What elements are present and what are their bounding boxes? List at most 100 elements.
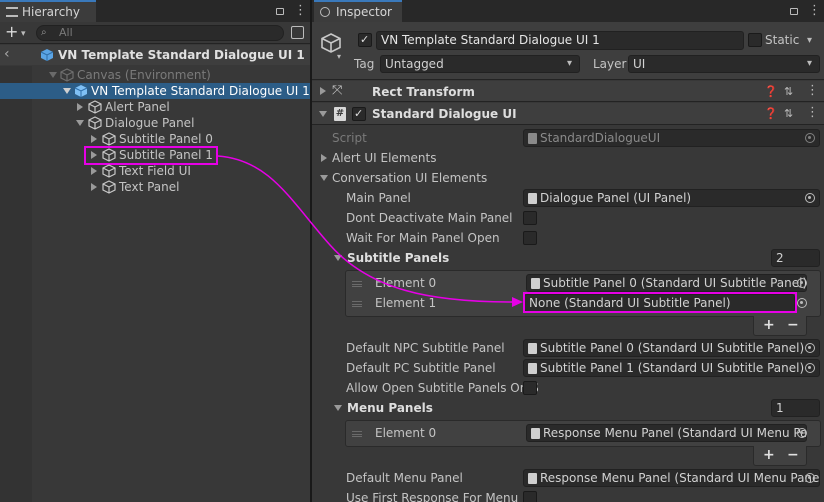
expand-arrow-icon[interactable] bbox=[319, 111, 327, 117]
hierarchy-tab[interactable]: Hierarchy bbox=[0, 0, 96, 22]
menu-count-input[interactable]: 1 bbox=[771, 399, 820, 417]
conversation-elements-foldout[interactable]: Conversation UI Elements bbox=[332, 170, 487, 186]
tree-item-text-field-ui[interactable]: Text Field UI bbox=[32, 163, 310, 179]
static-checkbox[interactable] bbox=[748, 33, 762, 47]
drag-handle-icon[interactable] bbox=[352, 281, 362, 287]
search-placeholder: All bbox=[59, 26, 73, 39]
object-picker-icon[interactable] bbox=[801, 359, 819, 377]
object-picker-icon[interactable] bbox=[801, 339, 819, 357]
static-dropdown-icon[interactable]: ▾ bbox=[807, 33, 812, 49]
help-icon[interactable]: ❓ bbox=[764, 106, 778, 122]
gameobject-icon bbox=[88, 116, 102, 130]
menu-element0-label: Element 0 bbox=[375, 426, 437, 440]
element0-field[interactable]: Subtitle Panel 0 (Standard UI Subtitle P… bbox=[526, 274, 807, 292]
more-icon[interactable]: ⋮ bbox=[806, 83, 819, 99]
dropdown-arrow-icon[interactable]: ▾ bbox=[21, 26, 26, 42]
scene-root-row[interactable]: ‹ VN Template Standard Dialogue UI 1 bbox=[0, 45, 310, 65]
default-menu-field[interactable]: Response Menu Panel (Standard UI Menu Pa… bbox=[523, 469, 820, 487]
collapse-arrow-icon[interactable] bbox=[91, 135, 97, 143]
subtitle-count-input[interactable]: 2 bbox=[771, 249, 820, 267]
default-npc-field[interactable]: Subtitle Panel 0 (Standard UI Subtitle P… bbox=[523, 339, 820, 357]
tree-item-label: Subtitle Panel 0 bbox=[119, 132, 213, 146]
expand-arrow-icon[interactable] bbox=[320, 175, 328, 181]
object-name-input[interactable]: VN Template Standard Dialogue UI 1 bbox=[376, 31, 744, 50]
inspector-tab[interactable]: Inspector bbox=[314, 0, 402, 22]
presets-icon[interactable]: ⇅ bbox=[784, 84, 793, 100]
default-npc-label: Default NPC Subtitle Panel bbox=[346, 341, 505, 355]
active-checkbox[interactable]: ✓ bbox=[358, 33, 372, 47]
tree-item-subtitle-panel-0[interactable]: Subtitle Panel 0 bbox=[32, 131, 310, 147]
element0-label: Element 0 bbox=[375, 276, 437, 290]
gameobject-icon bbox=[102, 180, 116, 194]
component-file-icon bbox=[528, 343, 537, 354]
rect-transform-icon: ⤧ bbox=[332, 83, 343, 98]
expand-arrow-icon[interactable] bbox=[334, 255, 342, 261]
collapse-arrow-icon[interactable] bbox=[77, 103, 83, 111]
drag-handle-icon[interactable] bbox=[352, 301, 362, 307]
more-icon[interactable]: ⋮ bbox=[806, 105, 819, 121]
expand-arrow-icon[interactable] bbox=[49, 72, 57, 78]
tree-item-alert-panel[interactable]: Alert Panel bbox=[32, 99, 310, 115]
object-picker-icon[interactable] bbox=[793, 424, 811, 442]
layer-label: Layer bbox=[593, 57, 627, 71]
collapse-arrow-icon[interactable] bbox=[91, 167, 97, 175]
component-enabled-checkbox[interactable]: ✓ bbox=[352, 107, 366, 121]
alert-elements-foldout[interactable]: Alert UI Elements bbox=[332, 150, 436, 166]
rect-transform-header[interactable]: ⤧ Rect Transform ❓ ⇅ ⋮ bbox=[312, 81, 824, 102]
main-panel-field[interactable]: Dialogue Panel (UI Panel) bbox=[523, 189, 820, 207]
object-picker-icon[interactable] bbox=[801, 469, 819, 487]
component-file-icon bbox=[531, 278, 540, 289]
component-header[interactable]: # ✓ Standard Dialogue UI ❓ ⇅ ⋮ bbox=[312, 103, 824, 125]
more-icon[interactable]: ⋮ bbox=[294, 3, 307, 19]
dont-deactivate-checkbox[interactable] bbox=[523, 211, 537, 225]
collapse-arrow-icon[interactable] bbox=[321, 154, 327, 162]
wait-for-main-checkbox[interactable] bbox=[523, 231, 537, 245]
remove-element-button[interactable]: − bbox=[787, 317, 799, 333]
scene-search-icon[interactable] bbox=[291, 26, 304, 39]
more-icon[interactable]: ⋮ bbox=[808, 3, 821, 19]
help-icon[interactable]: ❓ bbox=[764, 84, 778, 100]
highlight-box-target bbox=[523, 292, 797, 313]
object-picker-icon[interactable] bbox=[793, 274, 811, 292]
add-element-button[interactable]: + bbox=[763, 447, 775, 463]
default-pc-field[interactable]: Subtitle Panel 1 (Standard UI Subtitle P… bbox=[523, 359, 820, 377]
wait-for-main-label: Wait For Main Panel Open bbox=[346, 231, 500, 245]
layer-value: UI bbox=[633, 57, 646, 71]
tag-dropdown[interactable]: Untagged ▾ bbox=[380, 55, 580, 73]
menu-element0-field[interactable]: Response Menu Panel (Standard UI Menu Pa bbox=[526, 424, 807, 442]
lock-icon[interactable] bbox=[276, 8, 284, 15]
tree-item-selected[interactable]: VN Template Standard Dialogue UI 1 bbox=[0, 83, 310, 99]
object-picker-icon[interactable] bbox=[801, 189, 819, 207]
icon-dropdown-arrow[interactable]: ▾ bbox=[337, 49, 341, 65]
menu-element0-value: Response Menu Panel (Standard UI Menu Pa bbox=[543, 426, 807, 440]
prefab-cube-icon bbox=[74, 85, 88, 97]
tree-item-text-panel[interactable]: Text Panel bbox=[32, 179, 310, 195]
search-input[interactable]: ⌕ All bbox=[36, 25, 284, 41]
expand-arrow-icon[interactable] bbox=[63, 88, 71, 94]
back-chevron-icon[interactable]: ‹ bbox=[4, 46, 10, 62]
add-element-button[interactable]: + bbox=[763, 317, 775, 333]
subtitle-panels-foldout[interactable]: Subtitle Panels bbox=[347, 250, 449, 266]
default-npc-value: Subtitle Panel 0 (Standard UI Subtitle P… bbox=[540, 341, 805, 355]
script-icon: # bbox=[334, 107, 346, 121]
collapse-arrow-icon[interactable] bbox=[91, 183, 97, 191]
component-file-icon bbox=[528, 363, 537, 374]
menu-panels-foldout[interactable]: Menu Panels bbox=[347, 400, 433, 416]
expand-arrow-icon[interactable] bbox=[334, 405, 342, 411]
layer-dropdown[interactable]: UI ▾ bbox=[628, 55, 820, 73]
collapse-arrow-icon[interactable] bbox=[320, 87, 326, 95]
use-first-checkbox[interactable] bbox=[523, 491, 537, 502]
component-file-icon bbox=[528, 193, 537, 204]
dropdown-arrow-icon: ▾ bbox=[807, 58, 813, 69]
tree-item-label: Alert Panel bbox=[105, 100, 170, 114]
remove-element-button[interactable]: − bbox=[787, 447, 799, 463]
default-menu-label: Default Menu Panel bbox=[346, 471, 463, 485]
tree-item-canvas[interactable]: Canvas (Environment) bbox=[32, 67, 310, 83]
tree-item-dialogue-panel[interactable]: Dialogue Panel bbox=[32, 115, 310, 131]
add-icon[interactable]: + bbox=[5, 24, 18, 40]
expand-arrow-icon[interactable] bbox=[76, 120, 84, 126]
drag-handle-icon[interactable] bbox=[352, 431, 362, 437]
lock-icon[interactable] bbox=[790, 8, 798, 15]
presets-icon[interactable]: ⇅ bbox=[784, 106, 793, 122]
allow-open-checkbox[interactable] bbox=[523, 381, 537, 395]
